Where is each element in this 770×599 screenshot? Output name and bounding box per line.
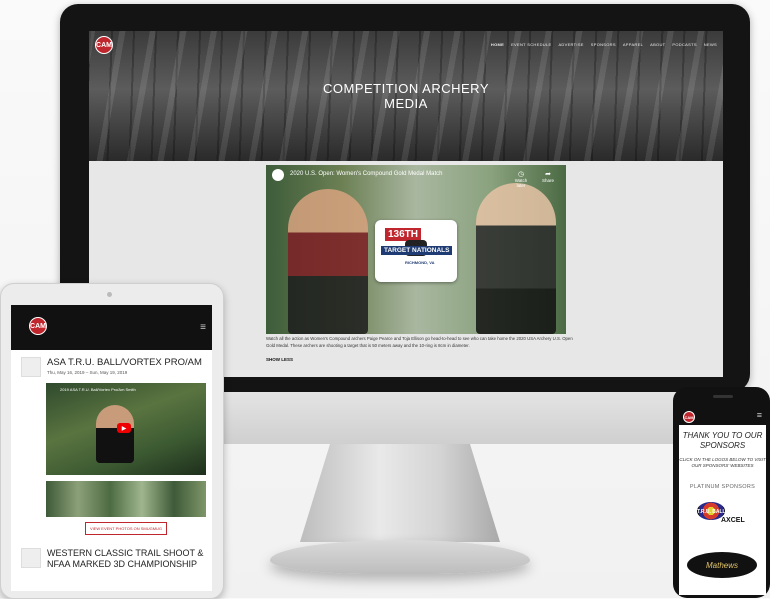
sponsors-heading: THANK YOU TO OUR SPONSORS [682, 431, 763, 450]
page-title-line2: MEDIA [384, 96, 428, 111]
watch-later-button[interactable]: ◷ Watch later [511, 170, 531, 188]
archer-figure-right [476, 183, 556, 334]
event-title-2[interactable]: WESTERN CLASSIC TRAIL SHOOT & NFAA MARKE… [47, 548, 207, 570]
badge-location: RICHMOND, VA [405, 260, 435, 265]
nav-podcasts[interactable]: PODCASTS [672, 42, 696, 47]
event-photo-strip[interactable] [46, 481, 206, 517]
monitor-stand [300, 444, 500, 542]
share-icon: ➦ [545, 171, 551, 178]
tablet-website: CAM ≡ ASA T.R.U. BALL/VORTEX PRO/AM Thu,… [11, 305, 212, 591]
event-title[interactable]: ASA T.R.U. BALL/VORTEX PRO/AM [47, 357, 202, 368]
nav-apparel[interactable]: APPAREL [623, 42, 643, 47]
phone-header: CAM ≡ [679, 409, 766, 425]
nav-home[interactable]: HOME [491, 42, 504, 47]
nav-event-schedule[interactable]: EVENT SCHEDULE [511, 42, 551, 47]
video-player[interactable]: 2020 U.S. Open: Women's Compound Gold Me… [266, 165, 566, 334]
event-date: Thu, May 16, 2019 – Sun, May 19, 2019 [47, 370, 128, 375]
tablet-header: CAM ≡ [11, 305, 212, 350]
nav-advertise[interactable]: ADVERTISE [558, 42, 583, 47]
event-thumbnail-2[interactable] [21, 548, 41, 568]
channel-avatar[interactable] [272, 169, 284, 181]
phone-speaker [713, 395, 733, 398]
sponsors-note: CLICK ON THE LOGOS BELOW TO VISIT OUR SP… [679, 457, 766, 468]
tablet-logo[interactable]: CAM [29, 317, 47, 335]
nav-about[interactable]: ABOUT [650, 42, 665, 47]
view-photos-button[interactable]: VIEW EVENT PHOTOS ON SMUGMUG [85, 522, 167, 535]
platinum-sponsors-heading: PLATINUM SPONSORS [689, 484, 756, 490]
event-video-title[interactable]: 2019 ASA T.R.U. Ball/Vortex Pro/Am Smith [60, 387, 136, 392]
hero-banner: CAM HOME EVENT SCHEDULE ADVERTISE SPONSO… [89, 31, 723, 161]
phone-device: CAM ≡ THANK YOU TO OUR SPONSORS CLICK ON… [673, 387, 770, 598]
video-title[interactable]: 2020 U.S. Open: Women's Compound Gold Me… [290, 171, 442, 177]
main-nav: HOME EVENT SCHEDULE ADVERTISE SPONSORS A… [491, 42, 717, 47]
clock-icon: ◷ [517, 171, 525, 178]
page-title-line1: COMPETITION ARCHERY [322, 81, 489, 96]
event-thumbnail[interactable] [21, 357, 41, 377]
phone-logo[interactable]: CAM [683, 411, 695, 423]
tablet-camera [107, 292, 112, 297]
archer-figure [96, 405, 134, 463]
nav-sponsors[interactable]: SPONSORS [591, 42, 616, 47]
trub-ball-label: T.R.U. BALL [697, 509, 726, 515]
nav-news[interactable]: NEWS [704, 42, 717, 47]
site-logo[interactable]: CAM [95, 36, 113, 54]
show-less-link[interactable]: SHOW LESS [266, 357, 293, 362]
event-video[interactable]: 2019 ASA T.R.U. Ball/Vortex Pro/Am Smith… [46, 383, 206, 475]
monitor-stand-base [270, 540, 530, 574]
watch-later-label: Watch later [514, 178, 528, 188]
play-button[interactable]: ▶ [117, 423, 131, 433]
hamburger-menu-icon[interactable]: ≡ [757, 410, 762, 420]
axcel-logo[interactable]: AXCEL [721, 517, 745, 524]
hamburger-menu-icon[interactable]: ≡ [200, 322, 206, 333]
play-icon: ▶ [121, 425, 127, 432]
phone-website: CAM ≡ THANK YOU TO OUR SPONSORS CLICK ON… [679, 409, 766, 595]
video-description: Watch all the action as Women's Compound… [266, 336, 573, 348]
badge-title: TARGET NATIONALS [381, 246, 453, 255]
archer-figure-left [288, 189, 368, 334]
target-nationals-badge: 136TH ▶ TARGET NATIONALS RICHMOND, VA [375, 220, 457, 282]
page-title: COMPETITION ARCHERY MEDIA [89, 81, 723, 111]
share-button[interactable]: ➦ Share [538, 170, 558, 183]
share-label: Share [541, 178, 554, 183]
mathews-logo[interactable]: Mathews [687, 552, 757, 578]
tablet-device: CAM ≡ ASA T.R.U. BALL/VORTEX PRO/AM Thu,… [0, 283, 224, 599]
